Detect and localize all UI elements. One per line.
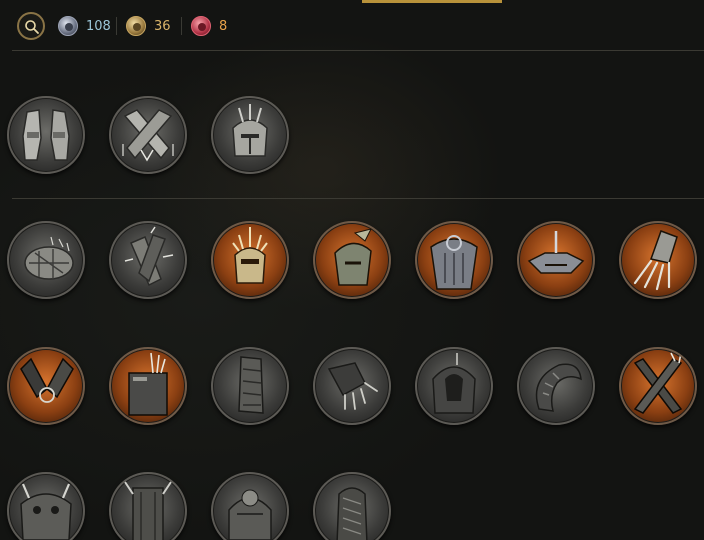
header-divider [12,50,704,51]
currency-silver-value: 108 [86,18,111,34]
chain-gauntlet-icon [336,487,368,540]
currency-silver: 108 [58,14,111,38]
red-gem-icon [191,16,211,36]
crowned-helm-icon [232,227,268,284]
item-slot-spiked-gauntlets[interactable] [109,221,187,299]
bound-gauntlets-icon [20,357,74,403]
demon-helm-icon [20,483,72,540]
item-slot-demon-helm[interactable] [7,472,85,540]
bracer-icon [238,356,264,414]
item-slot-horned-helm[interactable] [517,221,595,299]
silver-coin-icon [58,16,78,36]
item-slot-bound-gauntlets[interactable] [7,347,85,425]
curved-gauntlet-icon [535,363,582,412]
item-slot-cage-helmet[interactable] [7,221,85,299]
item-slot-chest-armor[interactable] [415,221,493,299]
search-icon [25,20,39,34]
item-slot-claw-gauntlet[interactable] [619,221,697,299]
crossed-gauntlets-icon [122,109,174,162]
item-slot-ornate-helm[interactable] [211,472,289,540]
claw-gauntlet-icon [633,230,678,291]
gold-coin-icon [126,16,146,36]
search-button[interactable] [17,12,45,40]
spiked-gauntlets-icon [124,226,174,287]
item-slot-crossed-gauntlets[interactable] [109,96,187,174]
item-slot-winged-helm[interactable] [313,221,391,299]
item-slot-chain-gauntlet[interactable] [313,472,391,540]
leg-armor-icon [22,109,70,161]
item-slot-crossed-blades[interactable] [619,347,697,425]
currency-separator [116,17,117,35]
horned-armor-icon [124,481,172,540]
spiked-greaves-icon [128,352,168,416]
item-slot-spiked-greaves[interactable] [109,347,187,425]
cage-helmet-icon [24,236,74,280]
section-divider [12,198,704,199]
item-slot-spiked-helmet[interactable] [211,96,289,174]
item-slot-leg-armor[interactable] [7,96,85,174]
ornate-helm-icon [228,489,272,540]
crossed-blades-icon [633,352,683,414]
item-slot-clawed-glove[interactable] [313,347,391,425]
item-slot-hooded-helm[interactable] [415,347,493,425]
currency-red-value: 8 [219,18,228,34]
item-slot-crowned-helm[interactable] [211,221,289,299]
currency-red: 8 [191,14,227,38]
currency-bar: 108 36 8 [0,0,704,51]
spiked-helmet-icon [232,104,268,157]
currency-gold: 36 [126,14,171,38]
hooded-helm-icon [432,353,476,414]
currency-separator [181,17,182,35]
clawed-glove-icon [327,362,378,410]
horned-helm-icon [527,231,585,274]
currency-gold-value: 36 [154,18,171,34]
inventory-screen: 108 36 8 [0,0,704,540]
winged-helm-icon [334,228,372,286]
item-slot-curved-gauntlet[interactable] [517,347,595,425]
chest-armor-icon [430,235,478,290]
item-slot-bracer[interactable] [211,347,289,425]
item-slot-horned-armor[interactable] [109,472,187,540]
